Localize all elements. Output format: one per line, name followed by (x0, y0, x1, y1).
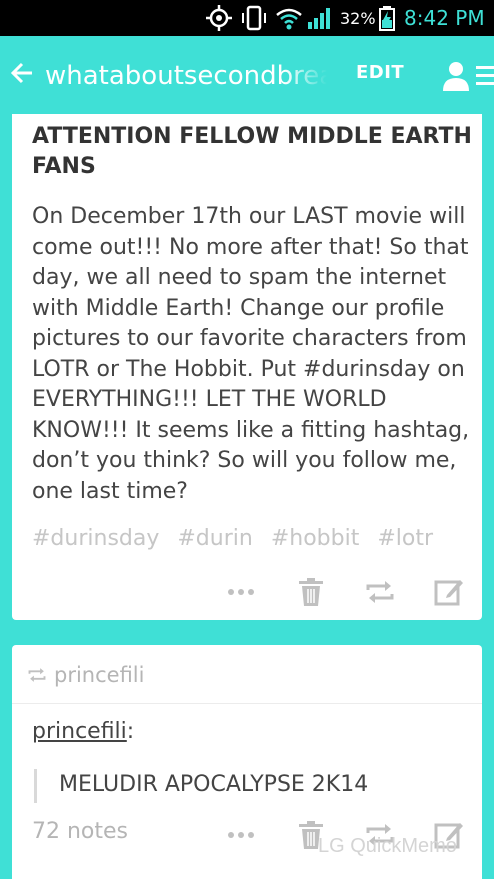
vibrate-icon (240, 0, 268, 36)
post-author: princefili: (32, 719, 134, 744)
reblog-icon (28, 668, 46, 682)
blockquote: MELUDIR APOCALYPSE 2K14 (34, 769, 479, 803)
author-link[interactable]: princefili (32, 719, 127, 744)
menu-icon[interactable] (476, 64, 494, 88)
tag[interactable]: #durinsday (32, 526, 159, 551)
tag[interactable]: #hobbit (271, 526, 360, 551)
status-bar: 32% 8:42 PM (0, 0, 494, 36)
gps-icon (205, 0, 233, 36)
clock: 8:42 PM (404, 6, 485, 30)
wifi-icon (274, 0, 304, 36)
more-icon[interactable] (225, 819, 257, 851)
user-icon[interactable] (441, 60, 471, 92)
battery-charging-icon (378, 0, 396, 36)
tag[interactable]: #lotr (377, 526, 433, 551)
signal-icon (306, 0, 334, 36)
tag-list: #durinsday #durin #hobbit #lotr (32, 526, 482, 560)
post-actions (12, 568, 482, 616)
reblog-source-name: princefili (54, 663, 145, 687)
edit-button[interactable]: EDIT (356, 62, 404, 83)
more-icon[interactable] (225, 576, 257, 608)
back-arrow-icon[interactable] (8, 58, 38, 88)
app-header: whataboutsecondbreakfast EDIT (0, 36, 494, 114)
divider (12, 703, 482, 704)
tag[interactable]: #durin (177, 526, 252, 551)
edit-icon[interactable] (433, 576, 465, 608)
battery-percent: 32% (340, 8, 376, 28)
post-card: ATTENTION FELLOW MIDDLE EARTH FANS On De… (12, 114, 482, 620)
author-suffix: : (126, 719, 135, 744)
post-body: On December 17th our LAST movie will com… (32, 204, 470, 504)
blog-name[interactable]: whataboutsecondbreakfast (45, 58, 327, 94)
post-title: ATTENTION FELLOW MIDDLE EARTH FANS (32, 124, 472, 179)
watermark: LG QuickMemo (318, 835, 457, 857)
reblog-icon[interactable] (364, 576, 396, 608)
delete-icon[interactable] (295, 576, 327, 608)
reblog-source[interactable]: princefili (26, 663, 144, 687)
